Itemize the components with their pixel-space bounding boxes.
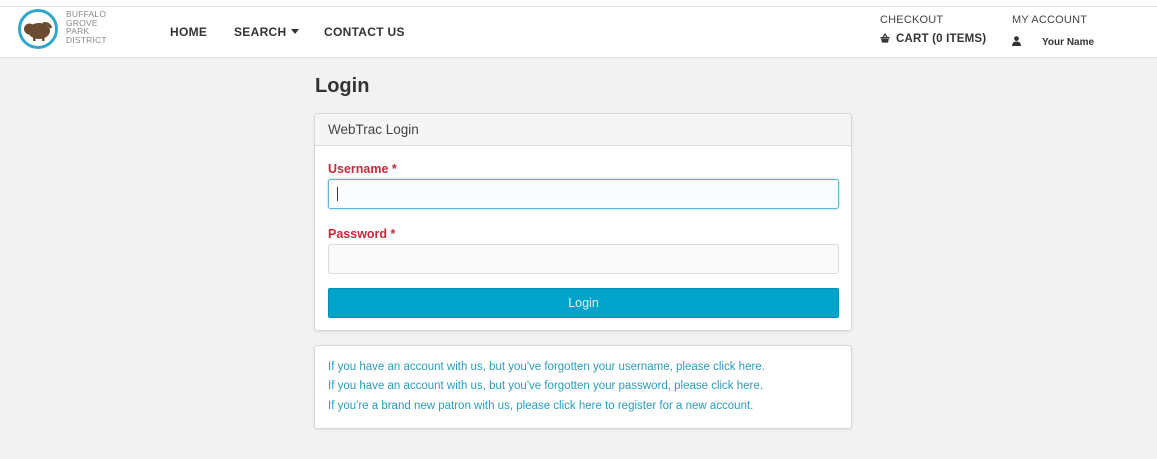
- forgot-username-link[interactable]: If you have an account with us, but you'…: [328, 361, 765, 373]
- password-input[interactable]: [328, 244, 839, 274]
- site-logo[interactable]: Buffalo Grove Park District: [18, 9, 118, 55]
- top-border: [0, 0, 1157, 7]
- account-link[interactable]: Your Name: [1012, 32, 1094, 50]
- forgot-password-link[interactable]: If you have an account with us, but you'…: [328, 380, 763, 392]
- site-header: Buffalo Grove Park District HOME SEARCH …: [0, 7, 1157, 58]
- username-input[interactable]: [328, 179, 839, 209]
- text-cursor: [337, 187, 338, 201]
- basket-icon: [880, 32, 890, 43]
- register-link[interactable]: If you're a brand new patron with us, pl…: [328, 400, 753, 412]
- login-panel: WebTrac Login Username * Password * Logi…: [314, 113, 852, 331]
- nav-home[interactable]: HOME: [170, 25, 207, 39]
- checkout-label: CHECKOUT: [880, 14, 944, 26]
- user-icon: [1012, 36, 1021, 46]
- page-title: Login: [315, 75, 370, 97]
- panel-heading: WebTrac Login: [315, 114, 851, 146]
- my-account-label: MY ACCOUNT: [1012, 14, 1088, 26]
- nav-contact-us[interactable]: CONTACT US: [324, 25, 405, 39]
- cart-label: CART (0 ITEMS): [896, 33, 987, 45]
- username-label: Username *: [328, 162, 397, 176]
- caret-down-icon: [291, 29, 300, 34]
- password-label: Password *: [328, 227, 396, 241]
- nav-search-label: SEARCH: [234, 25, 287, 39]
- cart-link[interactable]: CART (0 ITEMS): [880, 32, 987, 45]
- login-button[interactable]: Login: [328, 288, 839, 318]
- nav-search[interactable]: SEARCH: [234, 25, 300, 39]
- logo-wordmark: Buffalo Grove Park District: [66, 10, 107, 44]
- help-panel: If you have an account with us, but you'…: [314, 345, 852, 429]
- account-name: Your Name: [1042, 37, 1095, 48]
- bison-logo-icon: [18, 9, 58, 49]
- logo-line: District: [66, 34, 107, 45]
